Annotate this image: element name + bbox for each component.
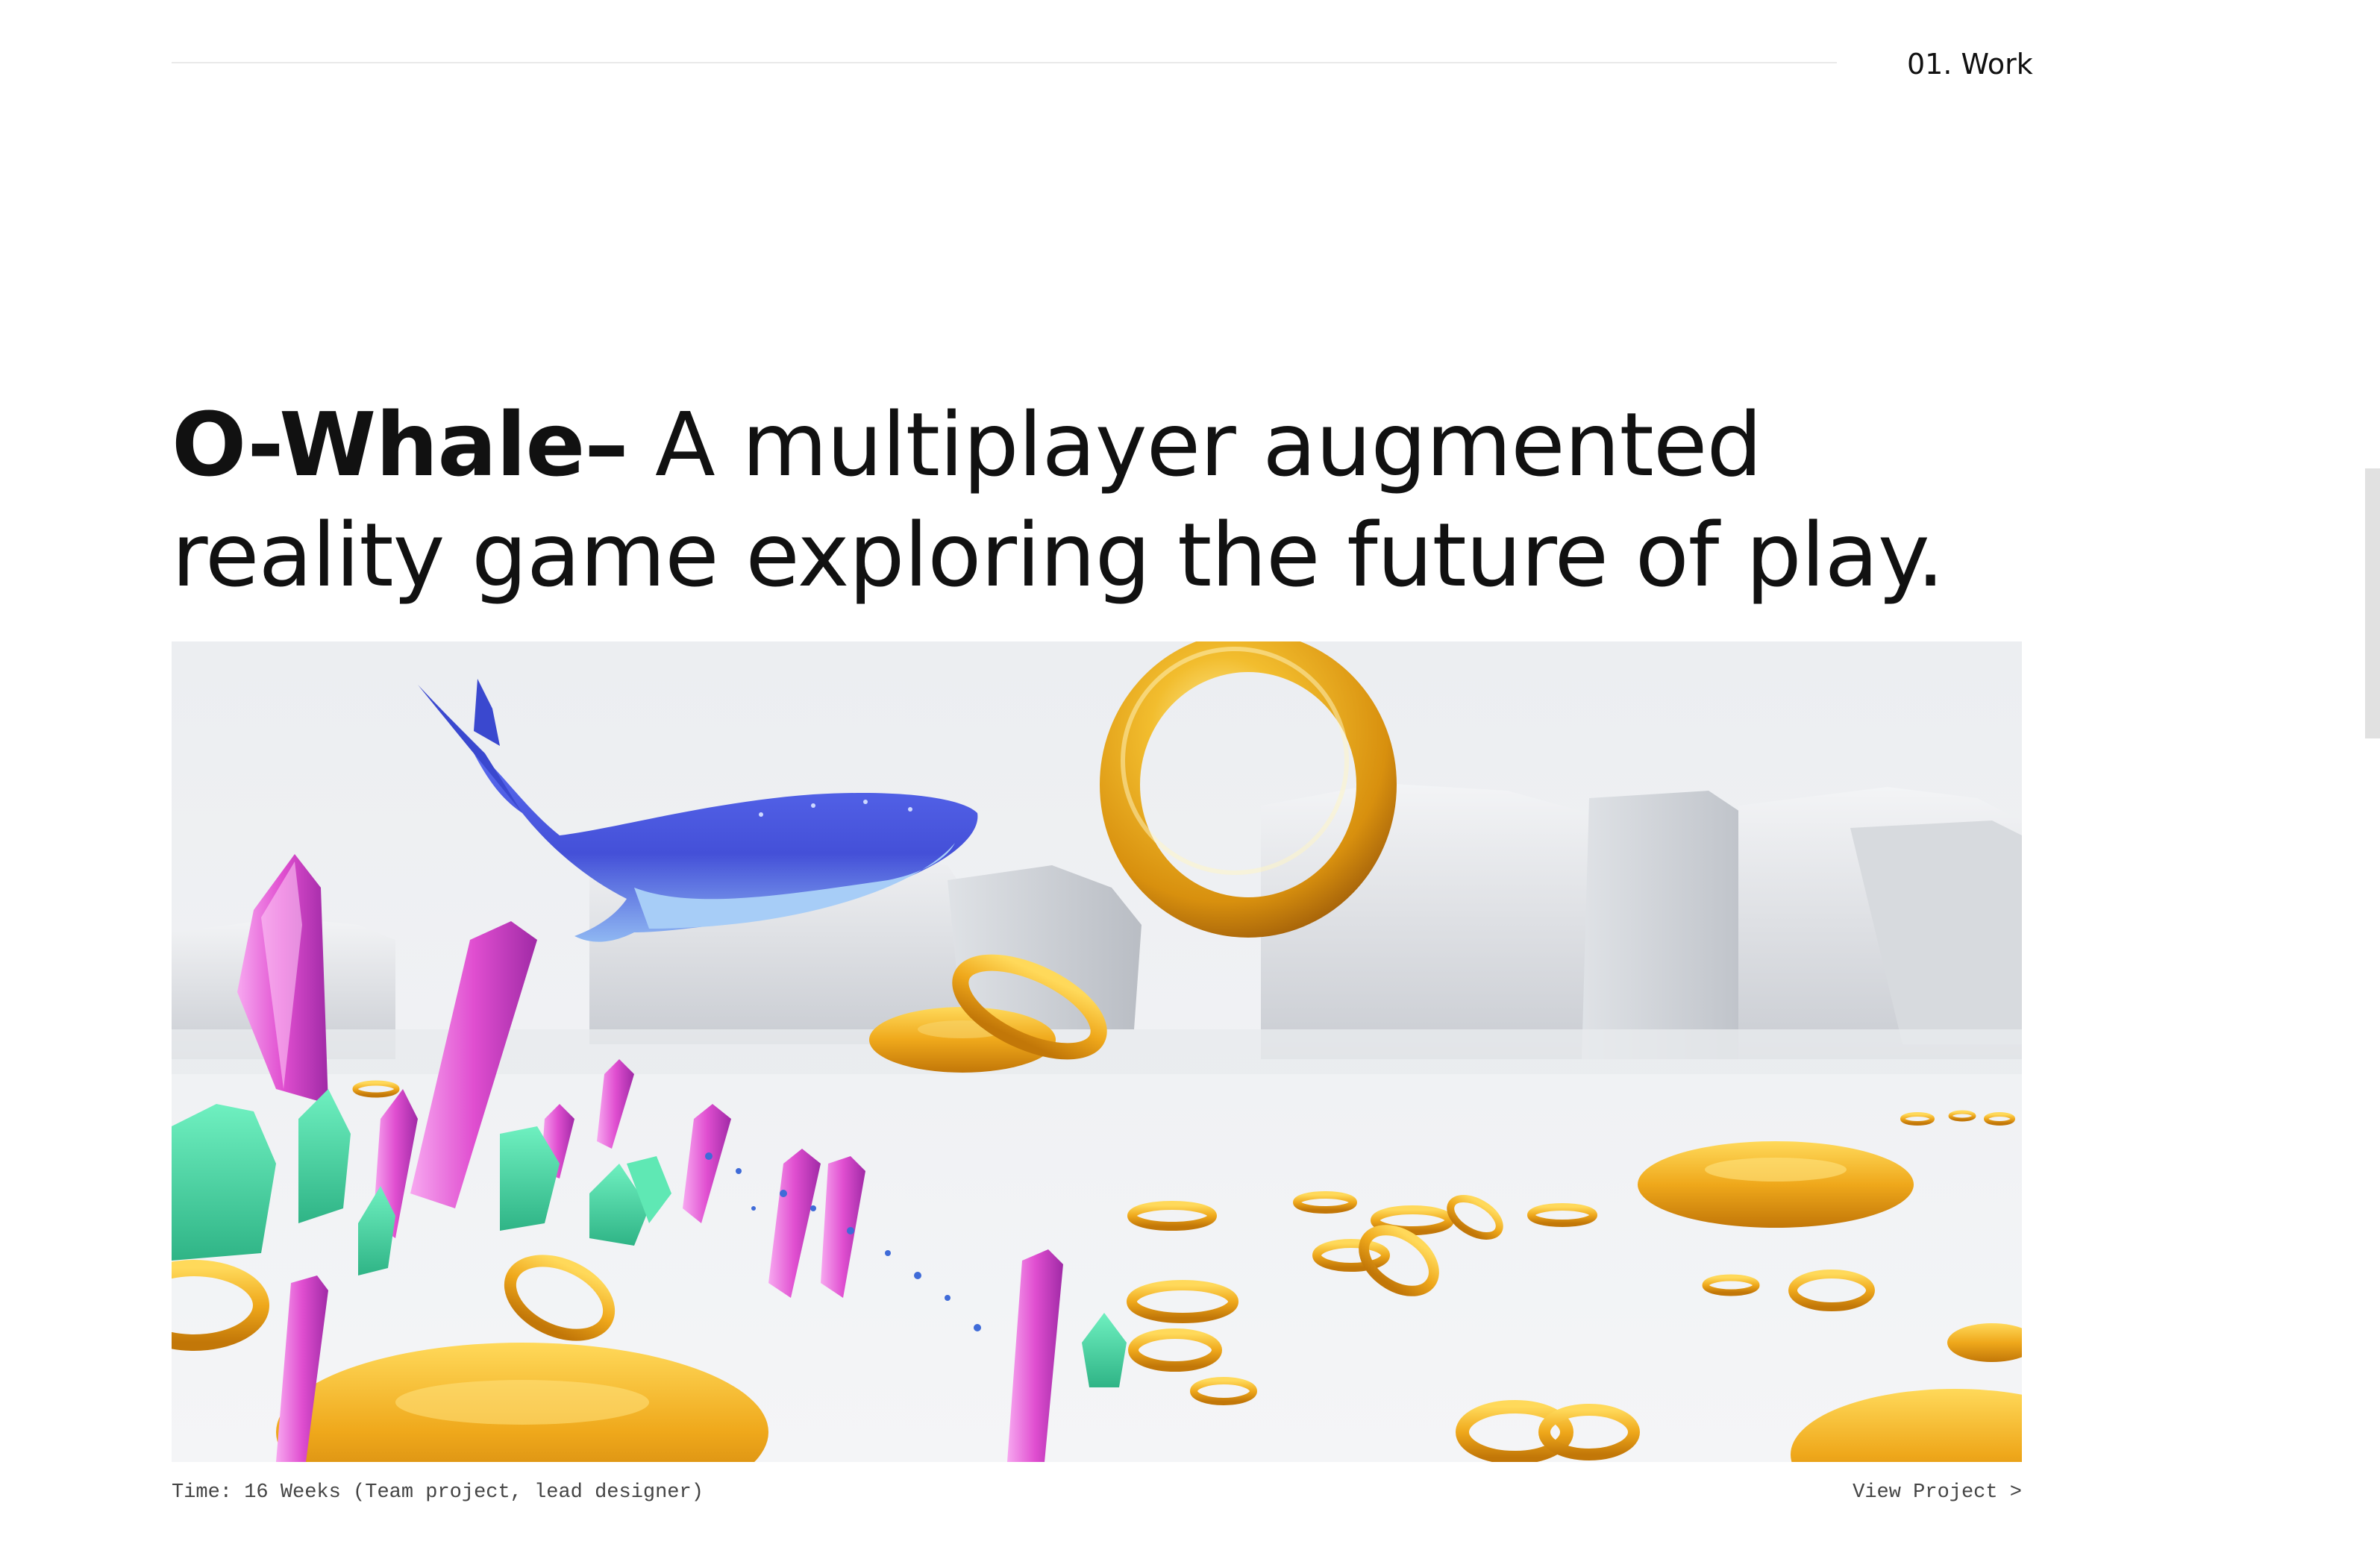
header-divider [172, 62, 1837, 63]
section-label-work[interactable]: 01. Work [1907, 46, 2033, 82]
scrollbar-thumb[interactable] [2365, 468, 2380, 738]
project-title: O-Whale– [172, 393, 628, 496]
view-project-link[interactable]: View Project > [1849, 1480, 2022, 1505]
hero-scene [172, 641, 2022, 1462]
project-duration: Time: 16 Weeks (Team project, lead desig… [172, 1481, 704, 1504]
project-hero-image[interactable] [172, 641, 2022, 1462]
project-headline: O-Whale– A multiplayer augmented reality… [172, 389, 2037, 610]
